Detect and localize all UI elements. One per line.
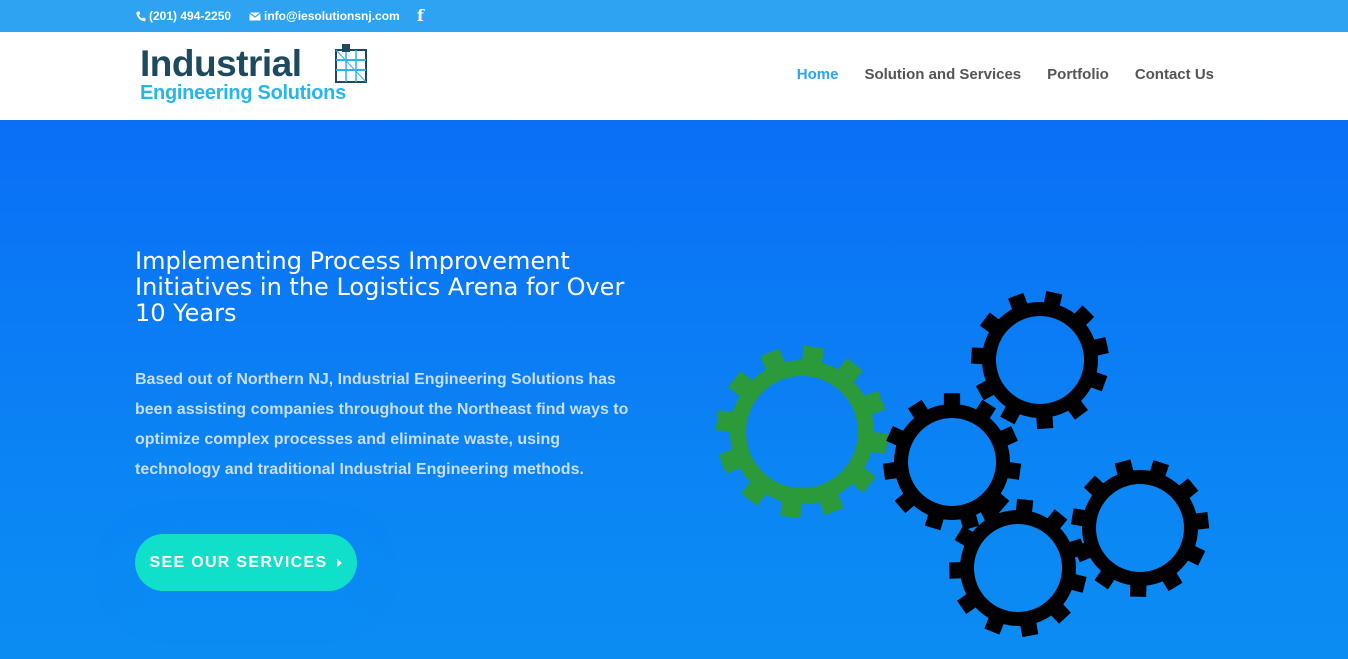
nav-item-solution-and-services[interactable]: Solution and Services (864, 66, 1021, 83)
hero-description: Based out of Northern NJ, Industrial Eng… (135, 371, 629, 478)
site-logo[interactable]: Industrial Engineering Solutions (140, 44, 372, 106)
gear-icon (882, 393, 1022, 531)
site-header: Industrial Engineering Solutions Home So… (0, 32, 1348, 120)
email-icon (249, 11, 261, 20)
gears-illustration (715, 291, 1210, 638)
cta-label: SEE OUR SERVICES (149, 553, 328, 571)
phone-icon (136, 11, 146, 21)
phone-number: (201) 494-2250 (149, 9, 232, 23)
see-our-services-button[interactable]: SEE OUR SERVICES (135, 534, 357, 591)
hero-heading: Implementing Process Improvement Initiat… (135, 247, 625, 327)
phone-contact[interactable]: (201) 494-2250 (136, 9, 231, 23)
chevron-right-icon (337, 558, 343, 567)
hero-section: Implementing Process Improvement Initiat… (0, 120, 1348, 659)
building-icon (335, 44, 367, 83)
nav-item-contact-us[interactable]: Contact Us (1135, 66, 1214, 83)
top-bar: (201) 494-2250 info@iesolutionsnj.com f (0, 0, 1348, 32)
email-address: info@iesolutionsnj.com (264, 9, 400, 23)
nav-item-home[interactable]: Home (797, 66, 839, 83)
gear-icon (1070, 459, 1210, 597)
logo-title: Industrial (140, 43, 302, 84)
gear-icon (715, 345, 889, 519)
logo-subtitle: Engineering Solutions (140, 82, 346, 104)
email-contact[interactable]: info@iesolutionsnj.com (249, 9, 400, 23)
facebook-icon[interactable]: f (417, 6, 424, 25)
main-nav: Home Solution and Services Portfolio Con… (797, 66, 1214, 83)
nav-item-portfolio[interactable]: Portfolio (1047, 66, 1109, 83)
